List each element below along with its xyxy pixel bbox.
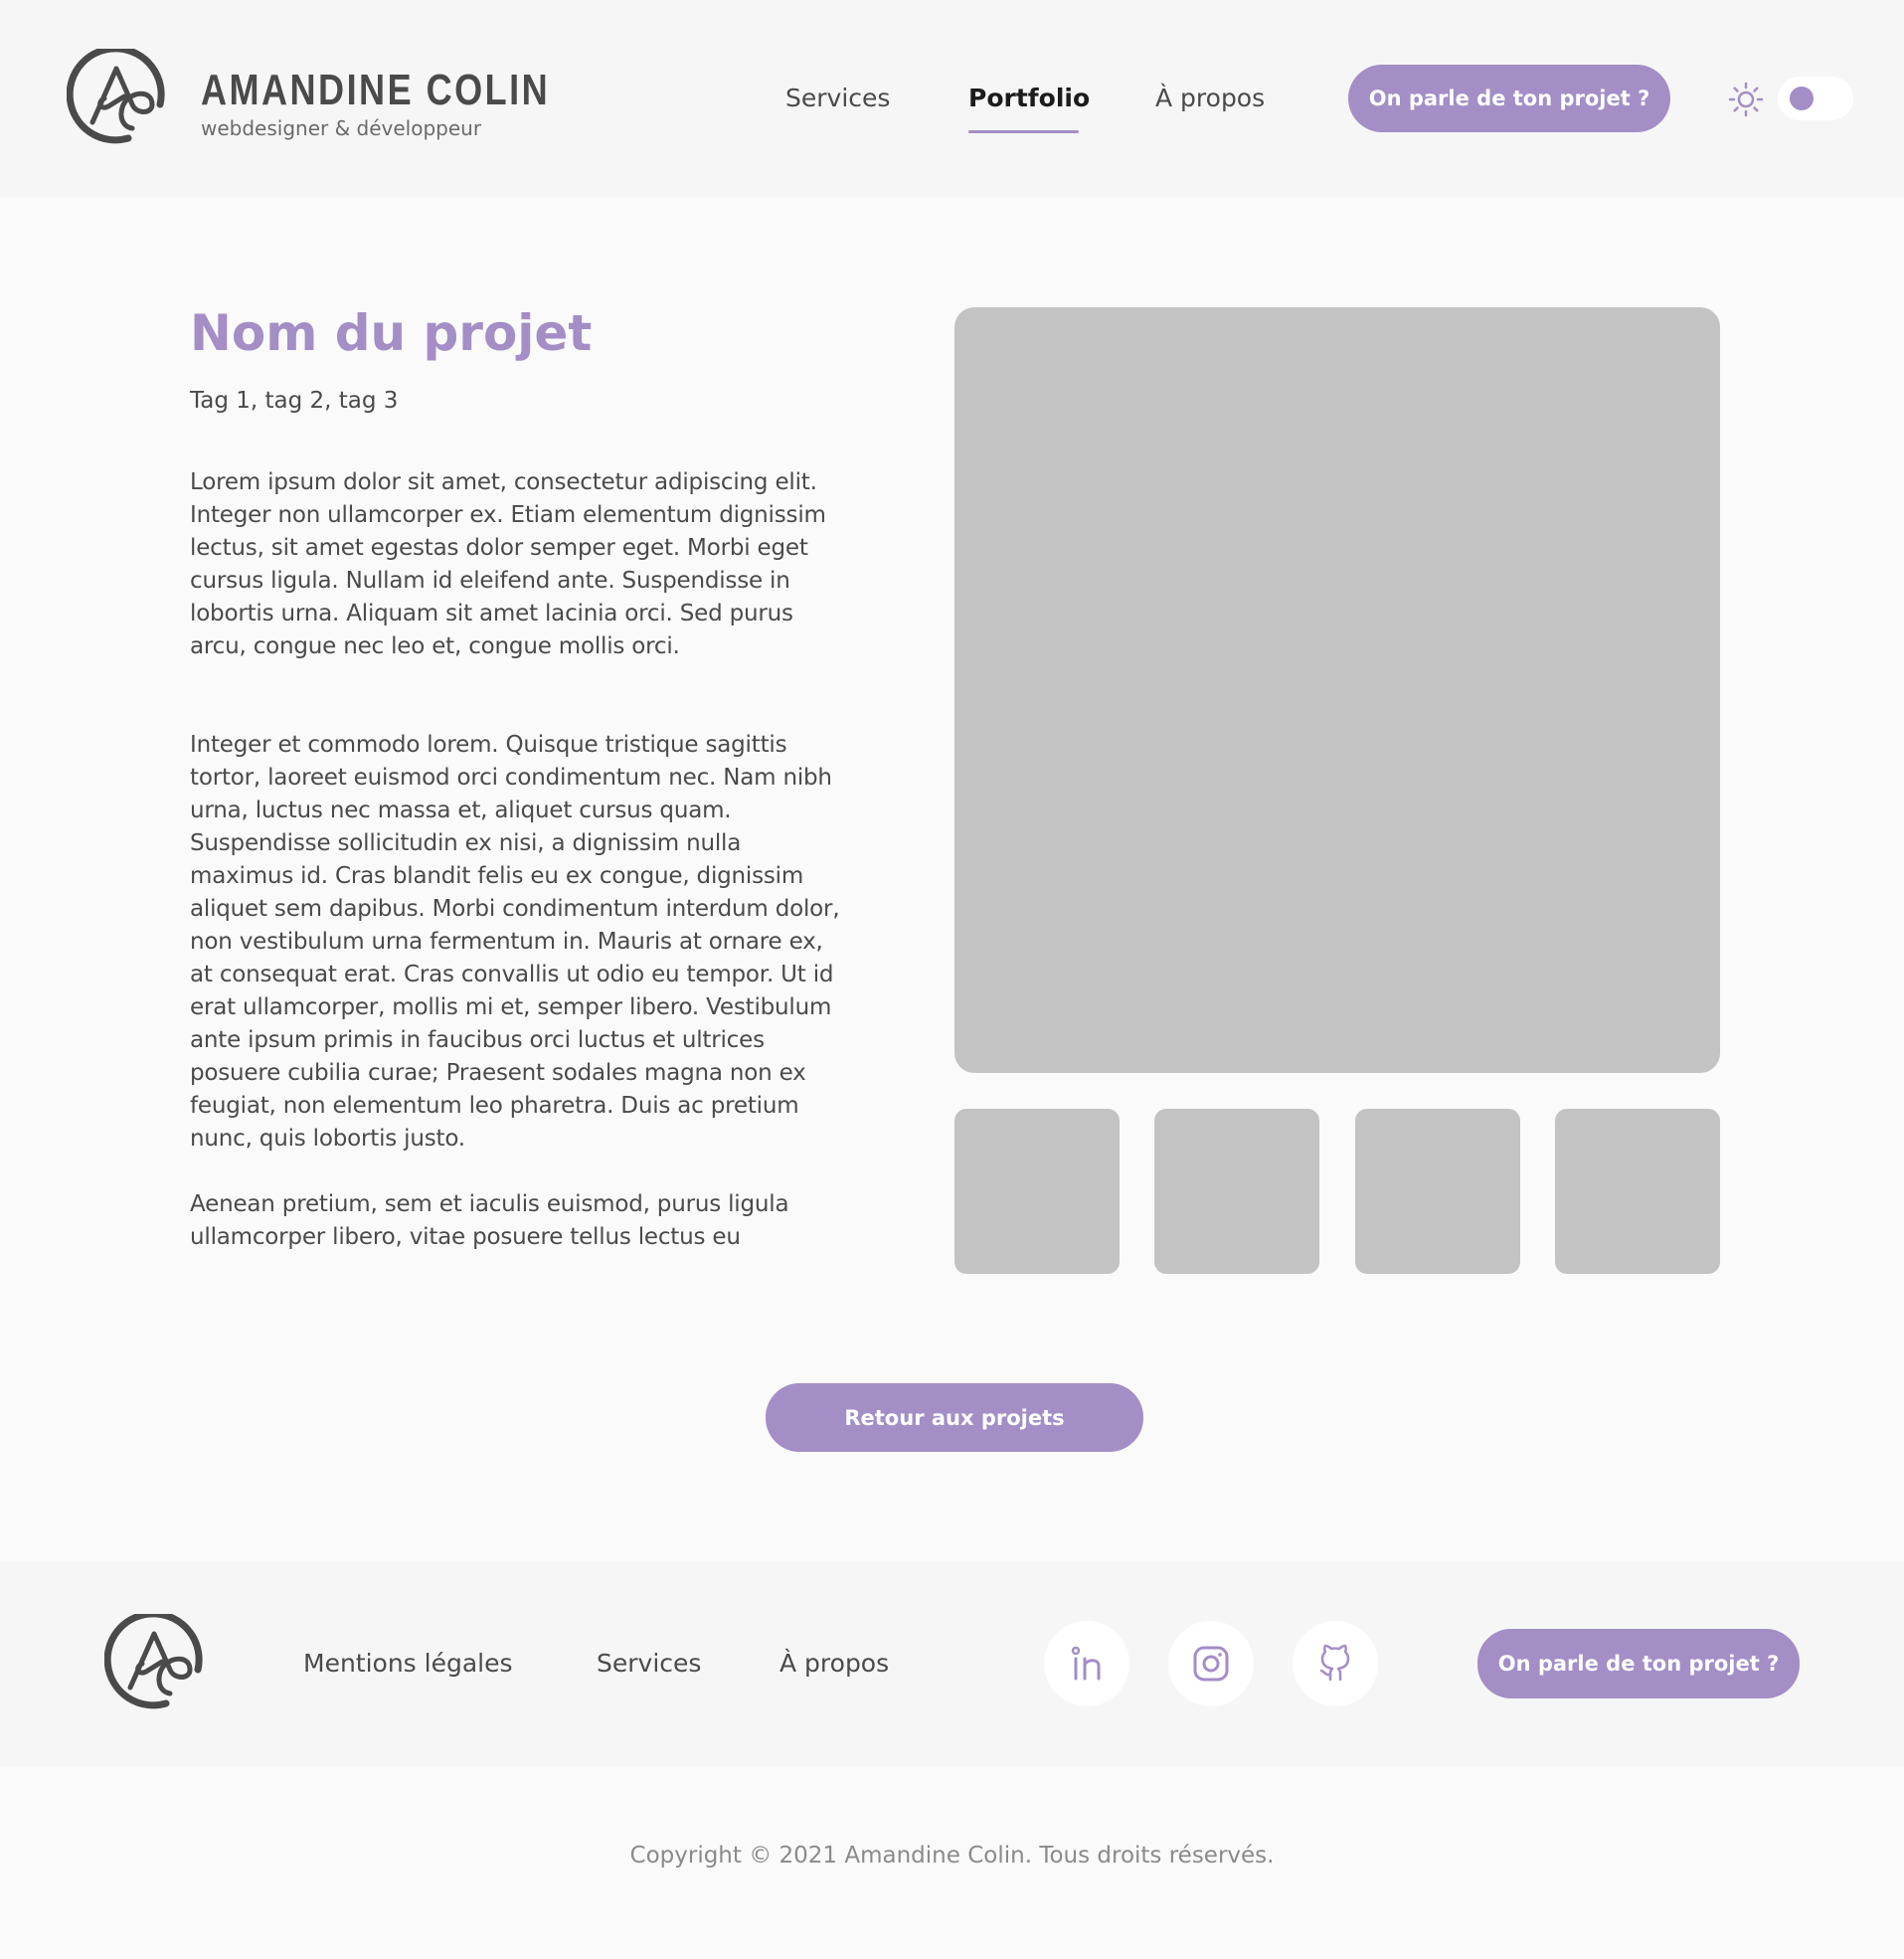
project-paragraph: Lorem ipsum dolor sit amet, consectetur … <box>190 469 826 659</box>
sun-icon <box>1728 82 1764 117</box>
instagram-icon <box>1193 1646 1229 1682</box>
instagram-button[interactable] <box>1168 1621 1254 1706</box>
back-to-projects-button[interactable]: Retour aux projets <box>766 1383 1143 1452</box>
footer-link-legal[interactable]: Mentions légales <box>303 1649 513 1678</box>
linkedin-icon <box>1071 1646 1101 1681</box>
contact-cta-button[interactable]: On parle de ton projet ? <box>1348 65 1670 132</box>
project-title: Nom du projet <box>190 304 593 362</box>
brand-name: AMANDINE COLIN <box>201 66 551 114</box>
project-paragraph: Integer et commodo lorem. Quisque tristi… <box>190 732 840 1152</box>
project-main-image <box>954 307 1720 1073</box>
project-tags: Tag 1, tag 2, tag 3 <box>190 388 399 414</box>
nav-portfolio[interactable]: Portfolio <box>968 84 1090 112</box>
project-thumbnail[interactable] <box>1555 1109 1720 1274</box>
linkedin-button[interactable] <box>1044 1621 1129 1706</box>
footer-link-about[interactable]: À propos <box>779 1649 889 1678</box>
theme-toggle[interactable] <box>1778 77 1853 120</box>
copyright-text: Copyright © 2021 Amandine Colin. Tous dr… <box>629 1843 1275 1869</box>
project-thumbnail[interactable] <box>1355 1109 1520 1274</box>
project-thumbnail[interactable] <box>954 1109 1120 1274</box>
github-button[interactable] <box>1293 1621 1378 1706</box>
site-header: AMANDINE COLIN webdesigner & développeur… <box>0 0 1904 197</box>
toggle-knob <box>1790 87 1814 110</box>
nav-about[interactable]: À propos <box>1155 84 1265 112</box>
project-thumbnail[interactable] <box>1154 1109 1319 1274</box>
site-footer: Mentions légales Services À propos On pa… <box>0 1561 1904 1767</box>
logo-icon[interactable] <box>104 1614 208 1714</box>
footer-contact-cta-button[interactable]: On parle de ton projet ? <box>1477 1629 1800 1698</box>
nav-active-indicator <box>968 130 1079 133</box>
logo-icon[interactable] <box>67 49 170 149</box>
nav-services[interactable]: Services <box>785 84 890 112</box>
footer-link-services[interactable]: Services <box>597 1649 701 1678</box>
brand-tagline: webdesigner & développeur <box>201 116 482 140</box>
project-paragraph: Aenean pretium, sem et iaculis euismod, … <box>190 1191 789 1250</box>
github-icon <box>1319 1644 1350 1682</box>
